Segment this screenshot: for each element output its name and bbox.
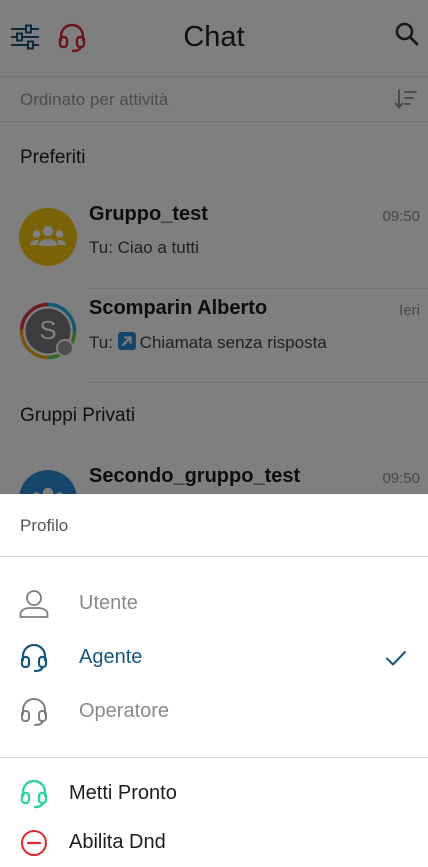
headset-icon [20, 779, 48, 809]
profile-bottom-sheet: Profilo Utente Agente Operatore Metti Pr… [0, 494, 428, 867]
action-label: Metti Pronto [69, 782, 177, 804]
action-label: Abilita Dnd [69, 831, 166, 853]
action-abilita-dnd[interactable]: Abilita Dnd [0, 820, 428, 867]
profile-option-utente[interactable]: Utente [0, 581, 428, 629]
option-label: Utente [79, 592, 138, 614]
option-label: Operatore [79, 700, 170, 722]
divider [0, 757, 428, 758]
profile-option-agente[interactable]: Agente [0, 635, 428, 683]
chat-screen: Chat Ordinato per attività Preferiti [0, 0, 428, 867]
option-label: Agente [79, 646, 143, 668]
modal-scrim[interactable] [0, 0, 428, 494]
headset-icon [20, 643, 48, 673]
check-icon [386, 651, 406, 666]
headset-icon [21, 698, 47, 726]
sheet-title: Profilo [20, 516, 69, 535]
do-not-disturb-icon [21, 830, 47, 856]
action-metti-pronto[interactable]: Metti Pronto [0, 771, 428, 819]
divider [0, 556, 428, 557]
user-icon [19, 590, 49, 618]
profile-option-operatore[interactable]: Operatore [0, 689, 428, 737]
